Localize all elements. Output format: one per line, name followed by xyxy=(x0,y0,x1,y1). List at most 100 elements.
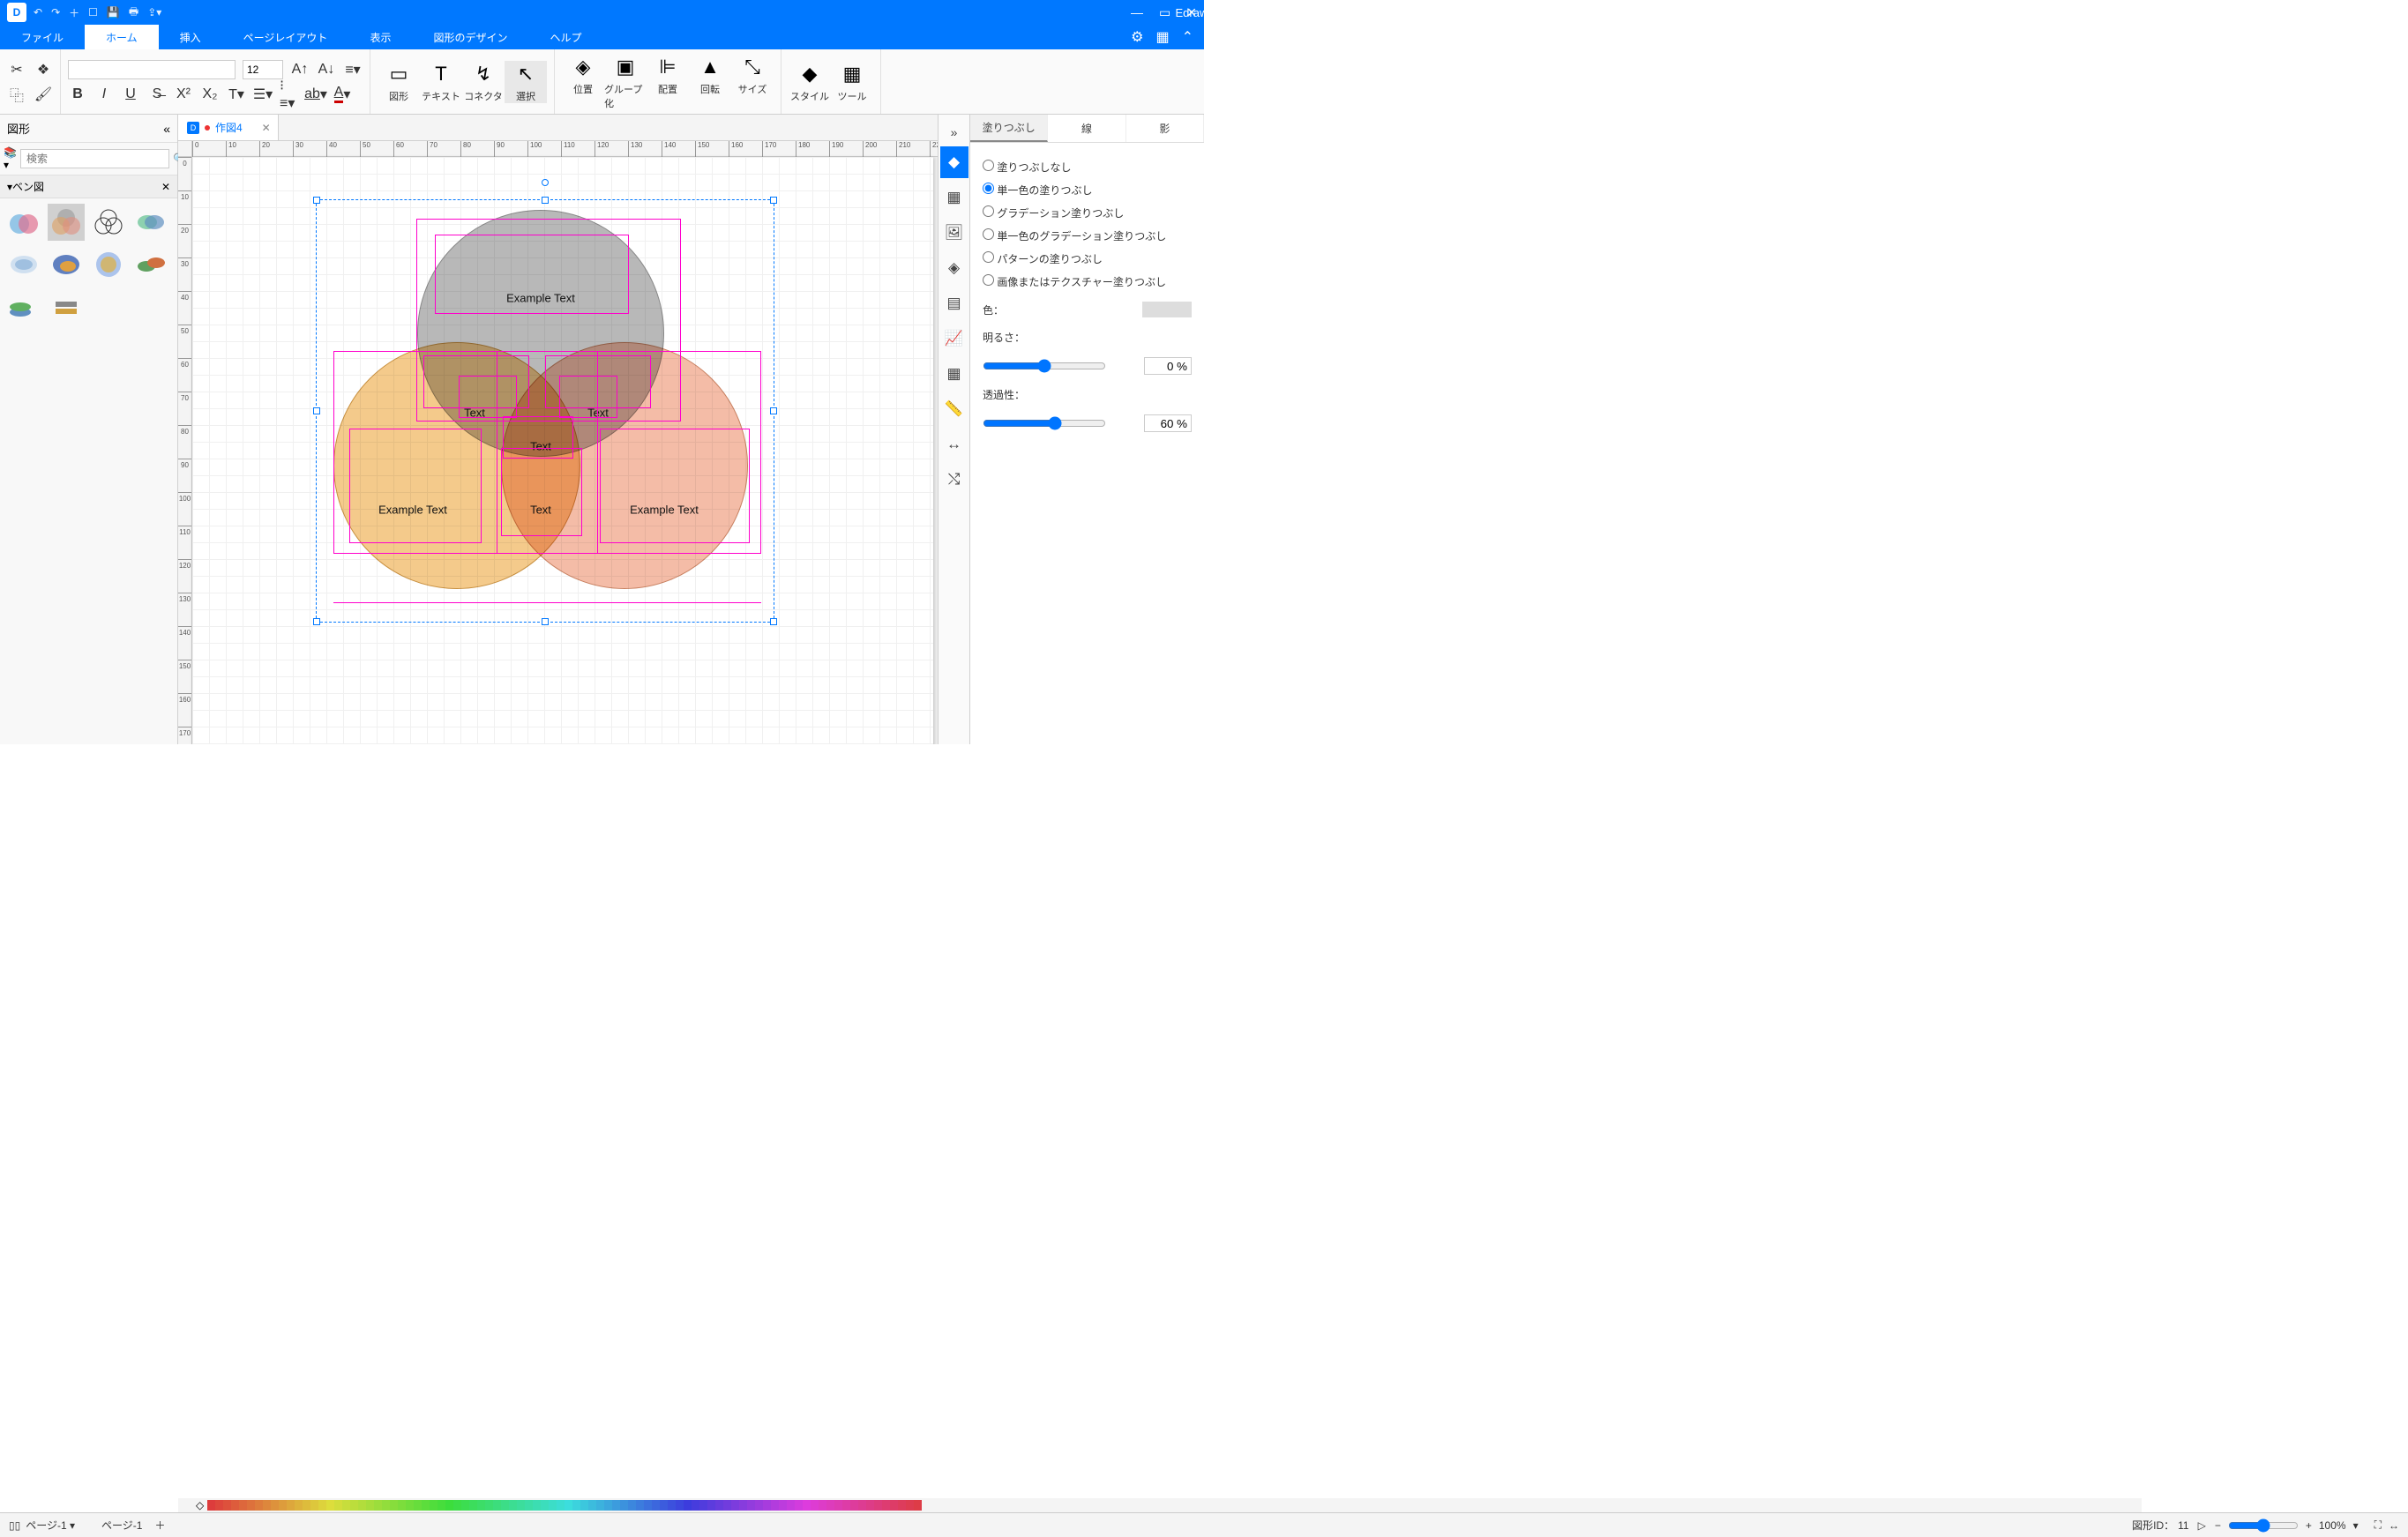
underline-icon[interactable]: U xyxy=(121,85,140,104)
align-menu-icon[interactable]: ≡▾ xyxy=(343,60,363,79)
fill-solid-gradient-radio[interactable]: 単一色のグラデーション塗りつぶし xyxy=(983,228,1192,243)
rotate-handle[interactable] xyxy=(542,179,549,186)
menu-insert[interactable]: 挿入 xyxy=(159,25,222,49)
bold-icon[interactable]: B xyxy=(68,85,87,104)
menu-home[interactable]: ホーム xyxy=(85,25,159,49)
tools-tool[interactable]: ▦ツール xyxy=(831,61,873,103)
format-painter-icon[interactable]: 🖌 xyxy=(34,85,53,104)
tab-fill[interactable]: 塗りつぶし xyxy=(970,115,1048,142)
menu-file[interactable]: ファイル xyxy=(0,25,85,49)
layers-icon[interactable]: ◈ xyxy=(940,252,968,284)
menu-page-layout[interactable]: ページレイアウト xyxy=(222,25,349,49)
image-icon[interactable]: 🖼 xyxy=(940,217,968,249)
rotate-tool[interactable]: ▲回転 xyxy=(689,54,731,110)
bullets-icon[interactable]: ⁝≡▾ xyxy=(280,85,299,104)
canvas-area[interactable]: 0102030405060708090100110120130140150160… xyxy=(178,141,938,744)
color-bar[interactable]: ◇ xyxy=(178,1498,2142,1512)
venn-shape-2[interactable] xyxy=(48,204,85,241)
themes-icon[interactable]: ▦ xyxy=(940,182,968,213)
document-tab[interactable]: D 作図4 ✕ xyxy=(178,115,279,140)
measure-icon[interactable]: 📏 xyxy=(940,393,968,425)
chart-icon[interactable]: 📈 xyxy=(940,323,968,354)
group-tool[interactable]: ▣グループ化 xyxy=(604,54,647,110)
new-icon[interactable]: ＋ xyxy=(69,5,79,20)
maximize-button[interactable]: ▭ xyxy=(1159,5,1170,20)
save-icon[interactable]: 💾 xyxy=(107,6,120,19)
redo-icon[interactable]: ↷ xyxy=(51,6,60,19)
align-tool[interactable]: ⊫配置 xyxy=(647,54,689,110)
font-color-icon[interactable]: A▾ xyxy=(333,85,352,104)
fill-solid-radio[interactable]: 単一色の塗りつぶし xyxy=(983,183,1192,198)
shapes-panel-collapse-icon[interactable]: « xyxy=(163,122,170,136)
opacity-slider[interactable] xyxy=(983,416,1106,430)
venn-shape-10[interactable] xyxy=(48,288,85,325)
copy-icon[interactable]: ⿻ xyxy=(7,85,26,104)
undo-icon[interactable]: ↶ xyxy=(34,6,42,19)
brightness-value[interactable] xyxy=(1144,357,1192,375)
style-tool[interactable]: ◆スタイル xyxy=(789,61,831,103)
venn-shape-9[interactable] xyxy=(5,288,42,325)
line-spacing-icon[interactable]: ☰▾ xyxy=(253,85,273,104)
subscript-icon[interactable]: X₂ xyxy=(200,85,220,104)
print-icon[interactable]: 🖶 xyxy=(129,4,138,22)
venn-shape-3[interactable] xyxy=(90,204,127,241)
opacity-value[interactable] xyxy=(1144,414,1192,432)
tab-line[interactable]: 線 xyxy=(1048,115,1125,142)
venn-shape-6[interactable] xyxy=(48,246,85,283)
spacing-icon[interactable]: ↔ xyxy=(940,429,968,460)
shuffle-icon[interactable]: ⤭ xyxy=(940,464,968,496)
menu-help[interactable]: ヘルプ xyxy=(528,25,602,49)
venn-shape-5[interactable] xyxy=(5,246,42,283)
shape-tool[interactable]: ▭図形 xyxy=(378,61,420,103)
category-row[interactable]: ▾ ベン図 ✕ xyxy=(0,175,177,198)
page[interactable]: Example Text Example Text Example Text T… xyxy=(192,157,933,744)
right-expand-icon[interactable]: » xyxy=(946,120,963,145)
fill-image-radio[interactable]: 画像またはテクスチャー塗りつぶし xyxy=(983,274,1192,289)
fill-panel-icon[interactable]: ◆ xyxy=(940,146,968,178)
search-input[interactable] xyxy=(20,149,169,168)
tab-close-icon[interactable]: ✕ xyxy=(262,122,271,134)
zoom-slider[interactable] xyxy=(2228,1518,2299,1533)
text-tool[interactable]: Tテキスト xyxy=(420,61,462,103)
page-tab-1[interactable]: ページ-1 xyxy=(101,1518,142,1533)
venn-shape-4[interactable] xyxy=(132,204,169,241)
venn-shape-1[interactable] xyxy=(5,204,42,241)
fill-gradient-radio[interactable]: グラデーション塗りつぶし xyxy=(983,205,1192,220)
zoom-value[interactable]: 100% xyxy=(2319,1519,2346,1532)
open-icon[interactable]: ☐ xyxy=(88,6,98,19)
italic-icon[interactable]: I xyxy=(94,85,114,104)
menu-view[interactable]: 表示 xyxy=(348,25,412,49)
font-size-input[interactable] xyxy=(243,60,283,79)
menu-shape-design[interactable]: 図形のデザイン xyxy=(412,25,528,49)
select-tool[interactable]: ↖選択 xyxy=(505,61,547,103)
connector-tool[interactable]: ↯コネクタ xyxy=(462,61,505,103)
highlight-icon[interactable]: ab▾ xyxy=(306,85,325,104)
brightness-slider[interactable] xyxy=(983,359,1106,373)
library-menu-icon[interactable]: 📚▾ xyxy=(4,146,17,171)
superscript-icon[interactable]: X² xyxy=(174,85,193,104)
strike-icon[interactable]: S̶ xyxy=(147,85,167,104)
tab-shadow[interactable]: 影 xyxy=(1126,115,1204,142)
page-selector[interactable]: ページ-1 ▾ xyxy=(26,1518,75,1533)
fit-page-icon[interactable]: ⛶ xyxy=(2374,1518,2382,1532)
add-page-icon[interactable]: ＋ xyxy=(154,1518,165,1533)
page-nav-icon[interactable]: ▯▯ xyxy=(9,1519,20,1532)
cut-icon[interactable]: ✂ xyxy=(7,60,26,79)
presentation-icon[interactable]: ▷ xyxy=(2198,1519,2206,1532)
fill-none-radio[interactable]: 塗りつぶしなし xyxy=(983,160,1192,175)
collapse-ribbon-icon[interactable]: ⌃ xyxy=(1182,28,1193,46)
nofill-swatch-icon[interactable]: ◇ xyxy=(196,1499,204,1511)
export-icon[interactable]: ⇪▾ xyxy=(147,6,161,19)
settings-icon[interactable]: ⚙ xyxy=(1131,28,1143,46)
zoom-in-icon[interactable]: + xyxy=(2306,1519,2312,1532)
minimize-button[interactable]: — xyxy=(1131,5,1143,20)
venn-shape-7[interactable] xyxy=(90,246,127,283)
venn-shape-8[interactable] xyxy=(132,246,169,283)
eraser-icon[interactable]: ❖ xyxy=(34,60,53,79)
color-swatch[interactable] xyxy=(1142,302,1192,317)
apps-icon[interactable]: ▦ xyxy=(1155,28,1169,46)
text-case-icon[interactable]: T▾ xyxy=(227,85,246,104)
fill-pattern-radio[interactable]: パターンの塗りつぶし xyxy=(983,251,1192,266)
selection-box[interactable] xyxy=(316,199,774,623)
font-shrink-icon[interactable]: A↓ xyxy=(317,60,336,79)
